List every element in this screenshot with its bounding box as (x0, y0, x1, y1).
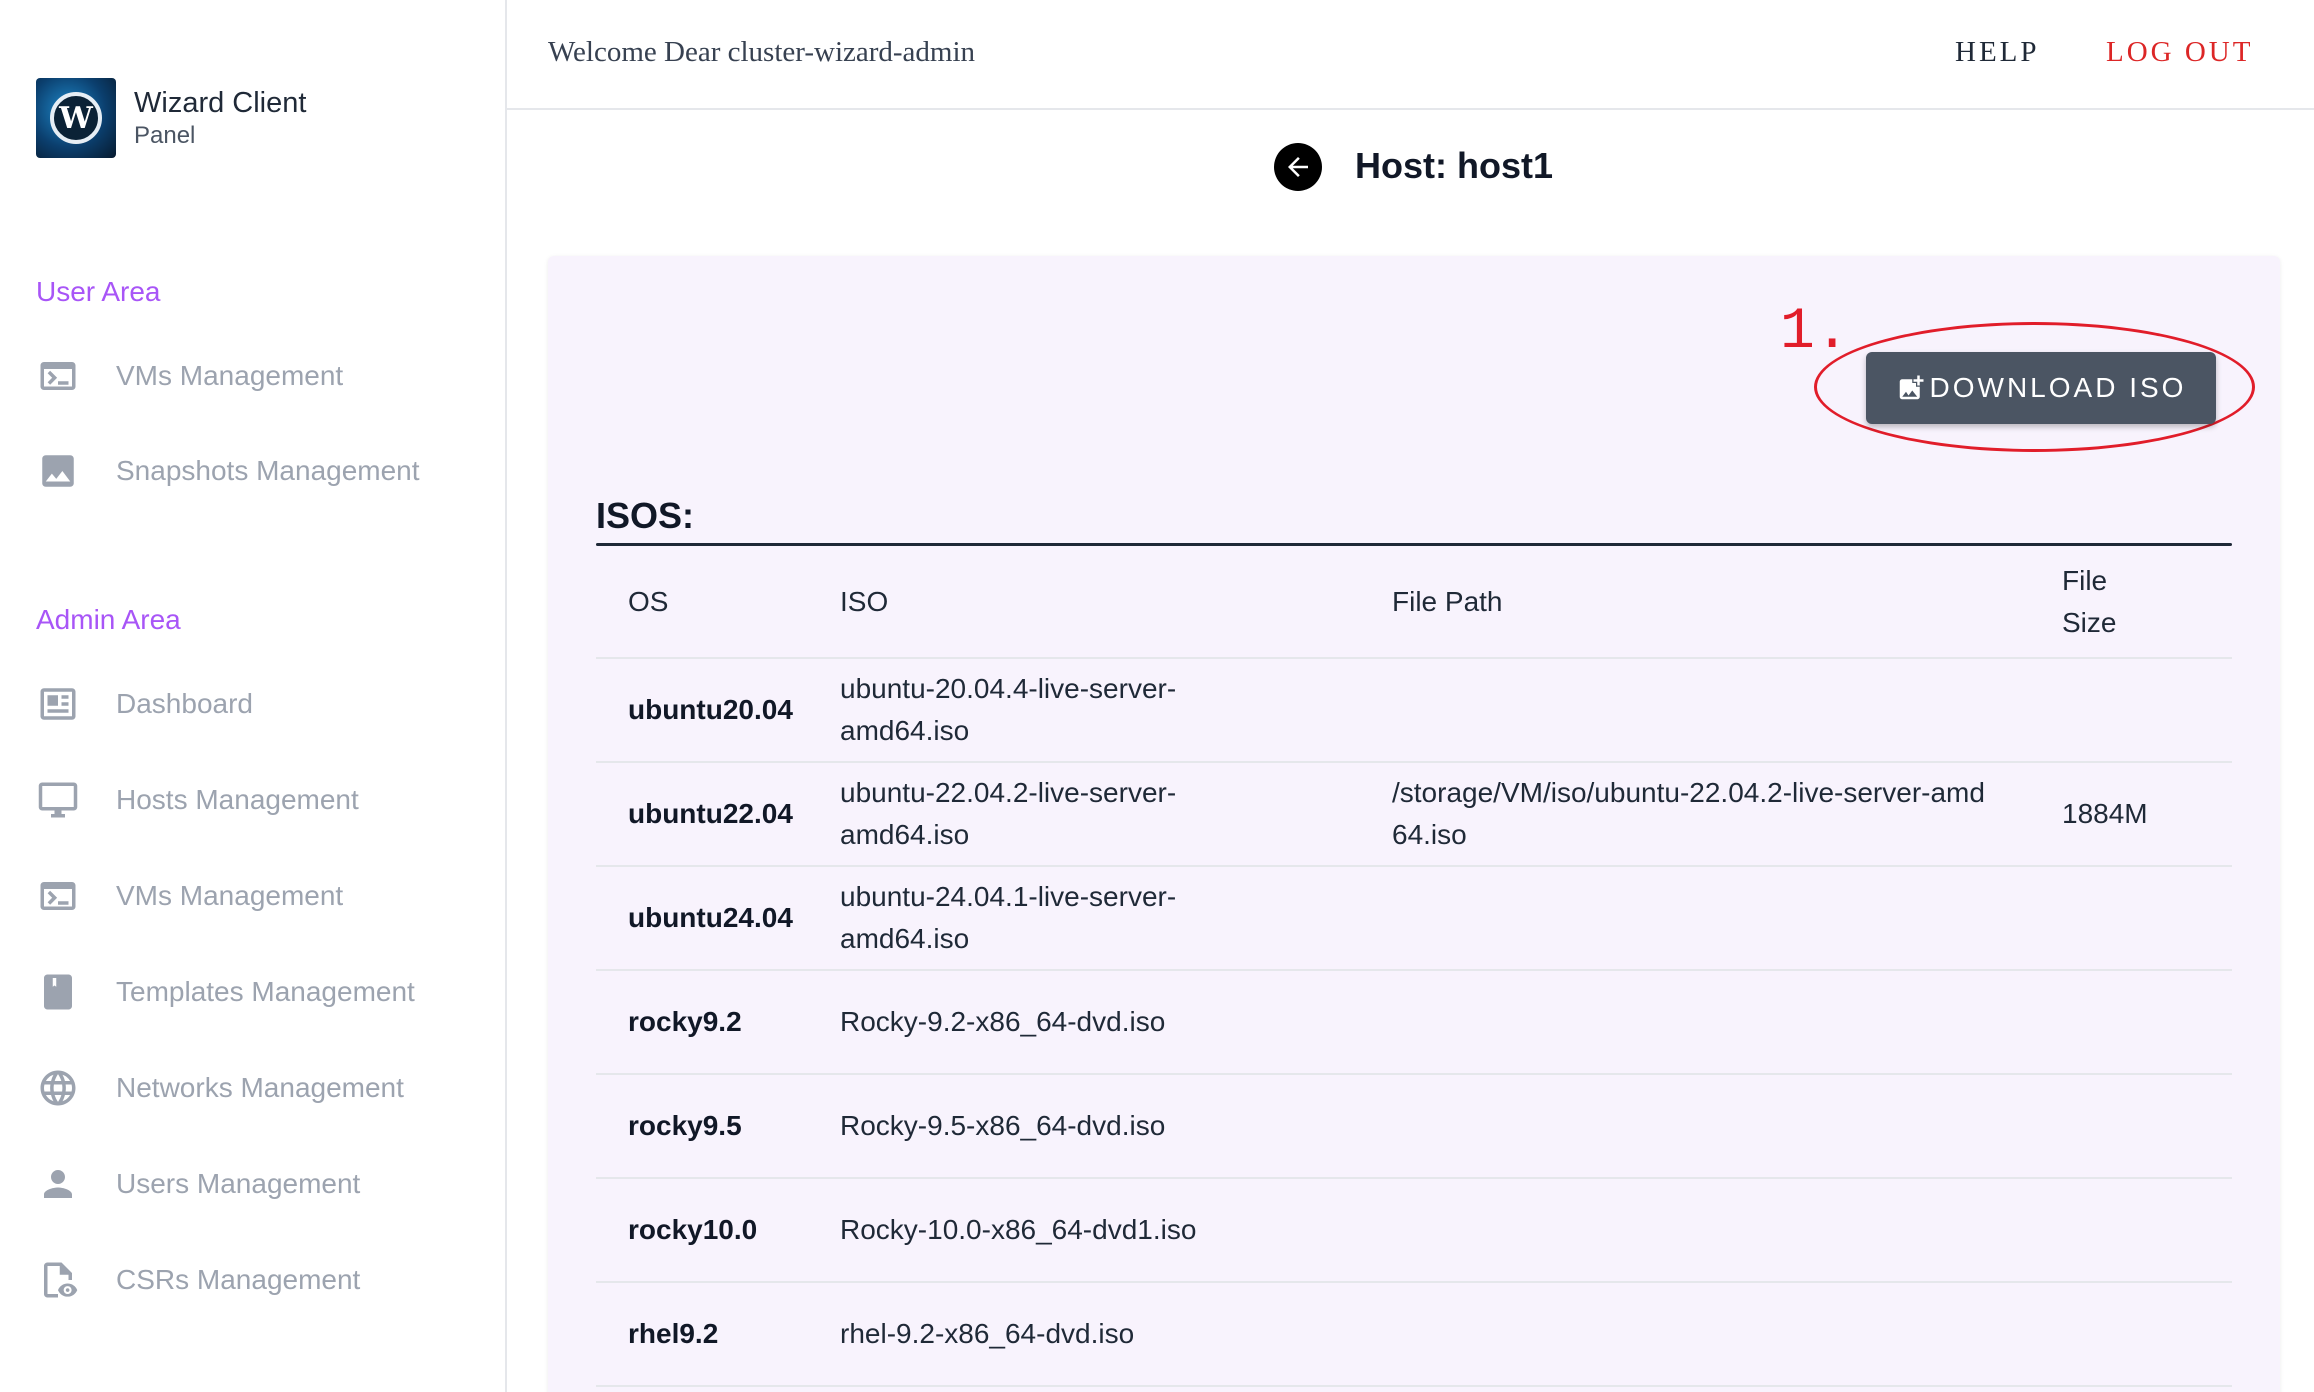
table-row[interactable]: rocky10.0 Rocky-10.0-x86_64-dvd1.iso (596, 1178, 2232, 1283)
column-header-file-size[interactable]: File Size (2062, 546, 2232, 659)
file-path-cell (1392, 866, 2062, 971)
sidebar-item-csrs[interactable]: CSRs Management (36, 1252, 476, 1308)
terminal-icon (36, 354, 80, 398)
sidebar-item-label: Hosts Management (116, 784, 359, 815)
file-path-cell: /storage/VM/iso/ubuntu-22.04.2-live-serv… (1392, 762, 2062, 867)
sidebar-item-label: VMs Management (116, 880, 344, 911)
iso-cell: rhel-9.2-x86_64-dvd.iso (840, 1282, 1392, 1387)
user-area-title: User Area (36, 276, 161, 307)
sidebar-item-label: Networks Management (116, 1072, 404, 1103)
topbar: Welcome Dear cluster-wizard-admin HELP L… (507, 0, 2314, 110)
table-row[interactable]: ubuntu24.04 ubuntu-24.04.1-live-server-a… (596, 866, 2232, 971)
terminal-icon (36, 874, 80, 918)
file-path-cell (1392, 1178, 2062, 1283)
brand-subtitle: Panel (134, 122, 196, 149)
logout-link[interactable]: LOG OUT (2106, 36, 2253, 69)
sidebar-item-user-vms[interactable]: VMs Management (36, 348, 476, 404)
page-title: Host: host1 (1355, 145, 1553, 186)
iso-cell: Rocky-10.0-x86_64-dvd1.iso (840, 1178, 1392, 1283)
sidebar-item-dashboard[interactable]: Dashboard (36, 676, 476, 732)
sidebar-item-hosts[interactable]: Hosts Management (36, 772, 476, 828)
sidebar-item-label: VMs Management (116, 360, 344, 391)
table-row[interactable]: rocky9.2 Rocky-9.2-x86_64-dvd.iso (596, 970, 2232, 1075)
file-path-cell (1392, 1282, 2062, 1387)
sidebar: W Wizard Client Panel User Area VMs Mana… (0, 0, 507, 1392)
logo-letter: W (50, 92, 102, 144)
help-link[interactable]: HELP (1955, 36, 2040, 69)
iso-name: ubuntu-20.04.4-live-server-amd64.iso (840, 673, 1177, 746)
admin-area-title: Admin Area (36, 604, 181, 635)
arrow-left-icon (1288, 157, 1308, 177)
file-size-cell (2062, 970, 2232, 1075)
file-path: /storage/VM/iso/ubuntu-22.04.2-live-serv… (1392, 777, 1985, 850)
monitor-icon (36, 778, 80, 822)
os-cell: ubuntu20.04 (596, 658, 840, 763)
sidebar-item-networks[interactable]: Networks Management (36, 1060, 476, 1116)
isos-table: OS ISO File Path File Size ubuntu20.04 u… (596, 546, 2232, 1387)
file-path-cell (1392, 1074, 2062, 1179)
os-cell: ubuntu24.04 (596, 866, 840, 971)
file-size-cell (2062, 1282, 2232, 1387)
bookmark-icon (36, 970, 80, 1014)
file-size-cell (2062, 658, 2232, 763)
os-cell: rocky9.5 (596, 1074, 840, 1179)
image-icon (36, 449, 80, 493)
file-size-cell (2062, 1178, 2232, 1283)
iso-name: ubuntu-24.04.1-live-server-amd64.iso (840, 881, 1177, 954)
file-path-cell (1392, 970, 2062, 1075)
file-size-cell: 1884M (2062, 762, 2232, 867)
annotation-label: 1. (1780, 300, 1850, 365)
file-size-cell (2062, 866, 2232, 971)
os-cell: rhel9.2 (596, 1282, 840, 1387)
table-row[interactable]: rhel9.2 rhel-9.2-x86_64-dvd.iso (596, 1282, 2232, 1387)
sidebar-item-label: Users Management (116, 1168, 361, 1199)
back-button[interactable] (1274, 143, 1322, 191)
file-eye-icon (36, 1258, 80, 1302)
brand-text: Wizard Client Panel (134, 85, 306, 151)
sidebar-item-users[interactable]: Users Management (36, 1156, 476, 1212)
sidebar-item-label: Dashboard (116, 688, 253, 719)
brand[interactable]: W Wizard Client Panel (36, 78, 306, 158)
isos-title: ISOS: (596, 495, 695, 536)
iso-cell: Rocky-9.2-x86_64-dvd.iso (840, 970, 1392, 1075)
iso-cell: ubuntu-20.04.4-live-server-amd64.iso (840, 658, 1392, 763)
download-iso-button[interactable]: DOWNLOAD ISO (1866, 352, 2216, 424)
iso-cell: ubuntu-22.04.2-live-server-amd64.iso (840, 762, 1392, 867)
sidebar-item-admin-vms[interactable]: VMs Management (36, 868, 476, 924)
iso-cell: Rocky-9.5-x86_64-dvd.iso (840, 1074, 1392, 1179)
file-size-cell (2062, 1074, 2232, 1179)
sidebar-item-label: CSRs Management (116, 1264, 361, 1295)
os-cell: ubuntu22.04 (596, 762, 840, 867)
sidebar-item-label: Templates Management (116, 976, 415, 1007)
iso-cell: ubuntu-24.04.1-live-server-amd64.iso (840, 866, 1392, 971)
sidebar-item-snapshots[interactable]: Snapshots Management (36, 443, 476, 499)
welcome-text: Welcome Dear cluster-wizard-admin (548, 36, 976, 68)
column-header-file-path[interactable]: File Path (1392, 546, 2062, 659)
iso-name: ubuntu-22.04.2-live-server-amd64.iso (840, 777, 1177, 850)
user-icon (36, 1162, 80, 1206)
sidebar-item-label: Snapshots Management (116, 455, 420, 486)
column-header-os[interactable]: OS (596, 546, 840, 659)
column-header-iso[interactable]: ISO (840, 546, 1392, 659)
globe-icon (36, 1066, 80, 1110)
wizard-logo-icon: W (36, 78, 116, 158)
table-row[interactable]: ubuntu22.04 ubuntu-22.04.2-live-server-a… (596, 762, 2232, 867)
file-path-cell (1392, 658, 2062, 763)
add-photo-icon (1899, 375, 1924, 400)
table-row[interactable]: rocky9.5 Rocky-9.5-x86_64-dvd.iso (596, 1074, 2232, 1179)
dashboard-icon (36, 682, 80, 726)
os-cell: rocky10.0 (596, 1178, 840, 1283)
os-cell: rocky9.2 (596, 970, 840, 1075)
file-size-header-label: File Size (2062, 564, 2117, 638)
table-header-row: OS ISO File Path File Size (596, 546, 2232, 659)
table-row[interactable]: ubuntu20.04 ubuntu-20.04.4-live-server-a… (596, 658, 2232, 763)
sidebar-item-templates[interactable]: Templates Management (36, 964, 476, 1020)
brand-name: Wizard Client (134, 87, 307, 119)
download-iso-label: DOWNLOAD ISO (1929, 372, 2187, 403)
